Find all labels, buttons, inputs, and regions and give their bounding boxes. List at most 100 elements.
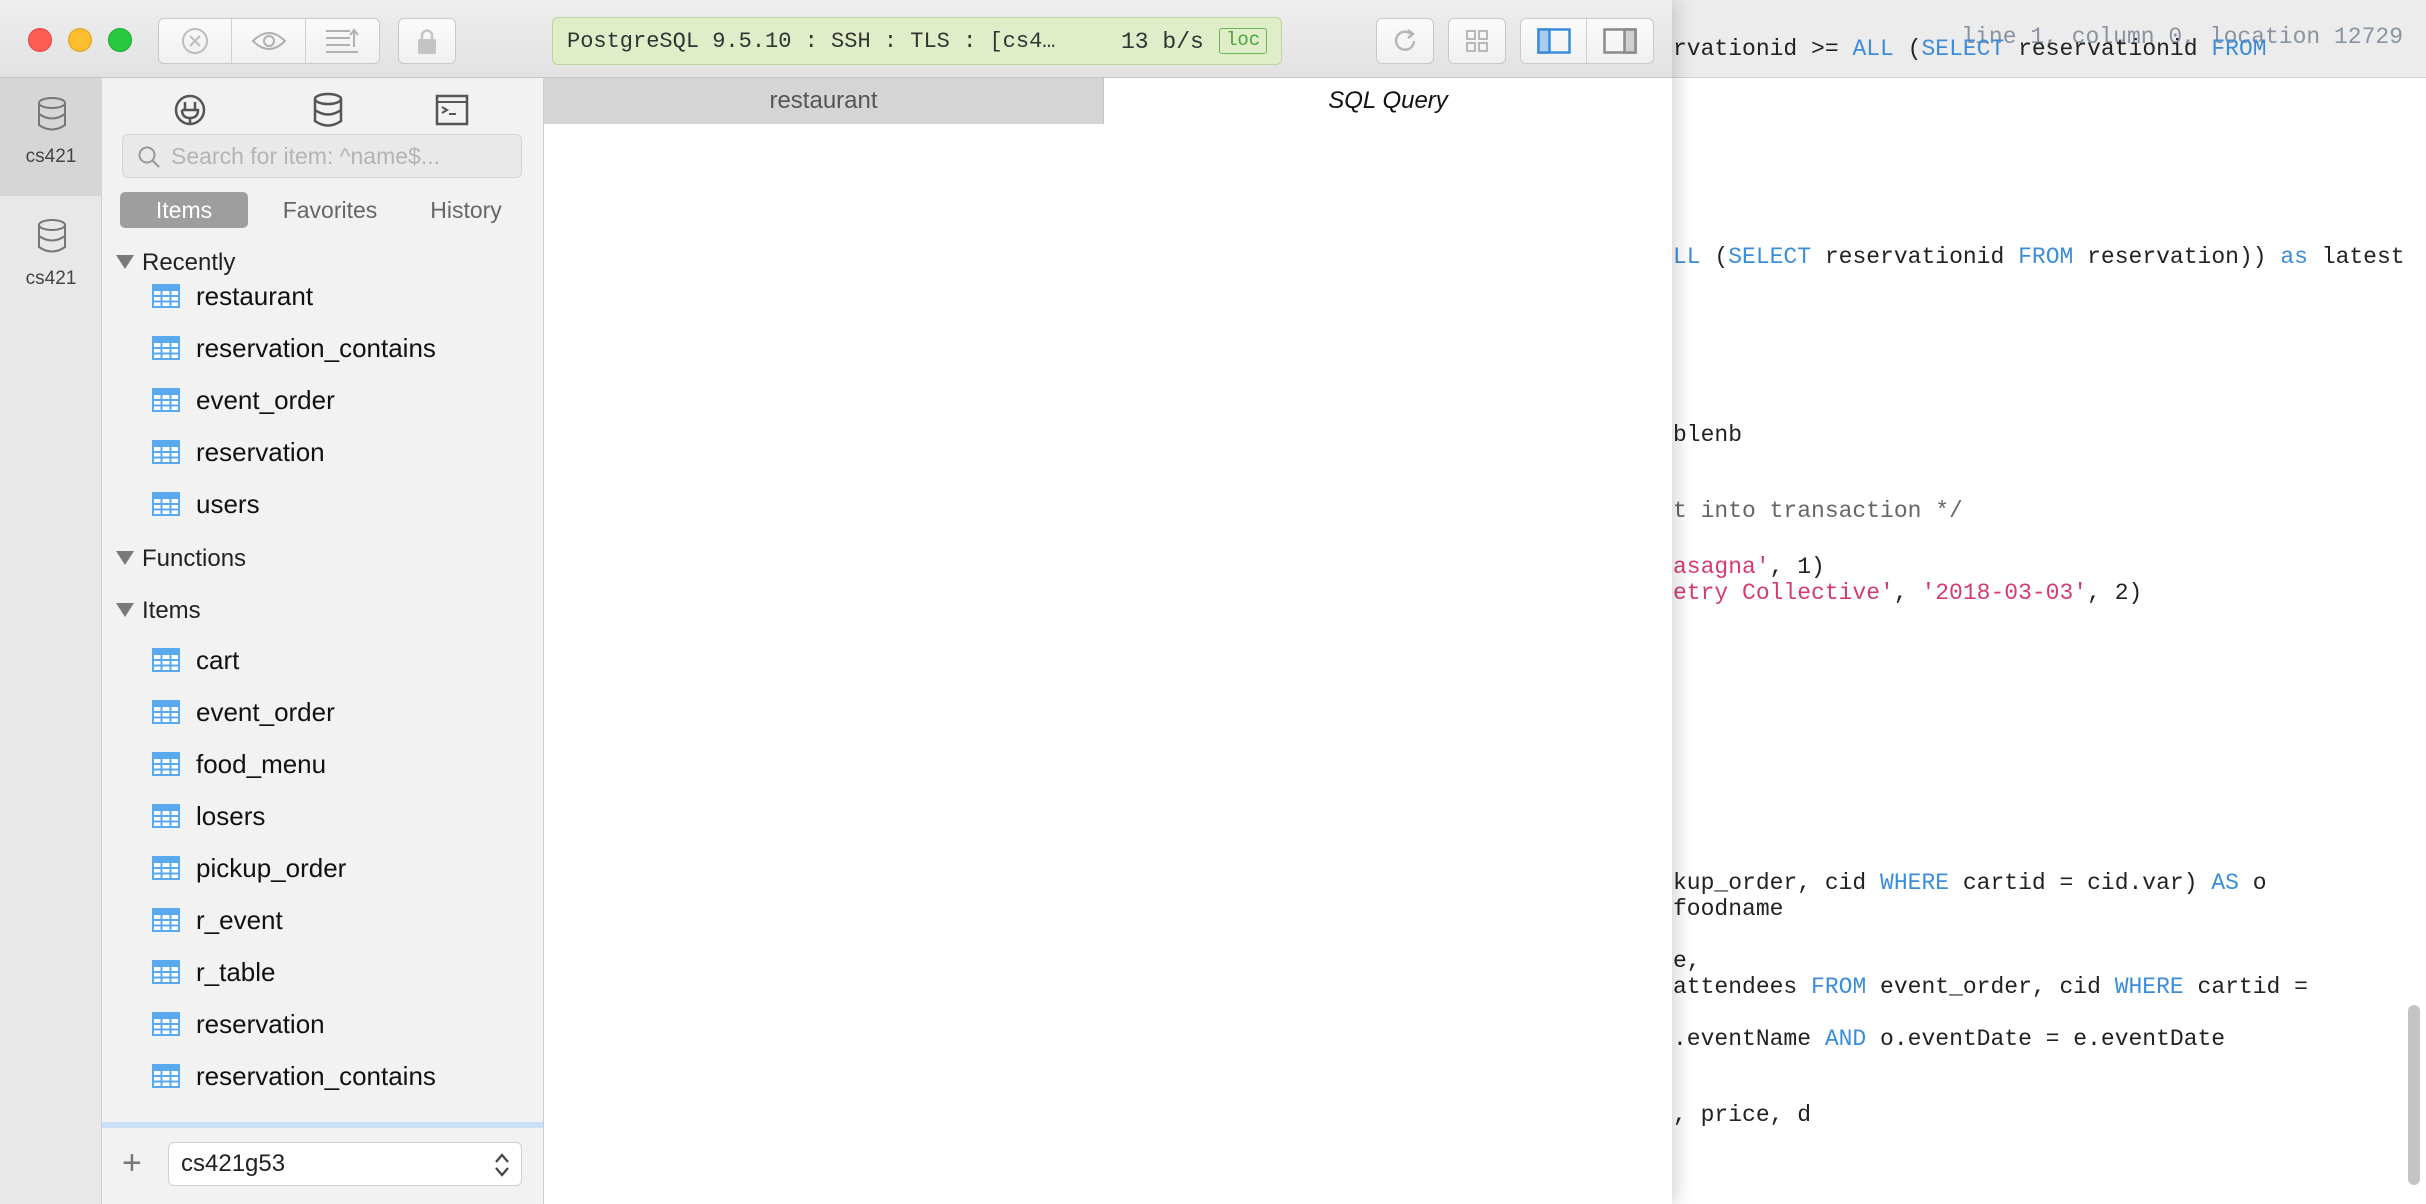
code-line: e, <box>1673 948 1701 974</box>
query-content-area[interactable] <box>544 124 1672 1204</box>
toggle-right-panel-button[interactable] <box>1587 19 1653 63</box>
tab-sql-query[interactable]: SQL Query <box>1104 78 1672 124</box>
group-header-recently[interactable]: Recently <box>116 246 235 280</box>
filter-tabs: Items Favorites History <box>120 192 530 228</box>
toggle-left-panel-button[interactable] <box>1521 19 1587 63</box>
search-box <box>122 134 522 178</box>
plug-icon[interactable] <box>170 90 210 130</box>
code-token: , price, d <box>1673 1102 1812 1128</box>
code-token: WHERE <box>1880 870 1950 896</box>
code-token: reservationid <box>2004 36 2212 62</box>
connection-rail: cs421 cs421 <box>0 78 102 1204</box>
database-select[interactable]: cs421g53 <box>168 1142 522 1186</box>
tree-item[interactable]: losers <box>152 796 265 836</box>
window-titlebar: PostgreSQL 9.5.10 : SSH : TLS : [cs4… 13… <box>0 0 1672 78</box>
lock-button[interactable] <box>398 18 456 64</box>
tree-item[interactable]: event_order <box>152 380 335 420</box>
lock-icon <box>418 29 436 54</box>
content-tabbar: restaurant SQL Query <box>544 78 1672 124</box>
tree-item[interactable]: reservation_contains <box>152 328 436 368</box>
reload-button[interactable] <box>1376 18 1434 64</box>
code-token: , 2) <box>2087 580 2143 606</box>
search-icon <box>138 146 160 168</box>
connection-item[interactable]: cs421 <box>0 78 102 196</box>
add-item-button[interactable]: + <box>122 1146 142 1180</box>
editor-scrollbar-thumb[interactable] <box>2408 1005 2420 1185</box>
group-header-items[interactable]: Items <box>116 594 201 628</box>
tree-item[interactable]: food_menu <box>152 744 326 784</box>
code-token: latest <box>2307 244 2405 270</box>
sort-lines-icon <box>326 28 360 53</box>
filter-tab-items[interactable]: Items <box>120 192 248 228</box>
code-token: ( <box>1700 244 1729 270</box>
table-icon <box>152 908 180 932</box>
table-icon <box>152 1012 180 1036</box>
grid-view-button[interactable] <box>1448 18 1506 64</box>
code-token: AS <box>2211 870 2239 896</box>
tree-item[interactable]: event_order <box>152 692 335 732</box>
code-line: foodname <box>1673 896 1783 922</box>
code-token: .eventName <box>1673 1026 1825 1052</box>
code-line: rvationid >= ALL (SELECT reservationid F… <box>1673 36 2267 62</box>
toolbar-group-left <box>158 18 380 64</box>
code-token: SELECT <box>1728 244 1812 270</box>
code-token: etry Collective' <box>1673 580 1894 606</box>
app-window: PostgreSQL 9.5.10 : SSH : TLS : [cs4… 13… <box>0 0 1672 1204</box>
code-line: attendees FROM event_order, cid WHERE ca… <box>1673 974 2308 1000</box>
tree-item[interactable]: cart <box>152 640 239 680</box>
sidebar-footer: + cs421g53 <box>102 1128 543 1204</box>
code-token: reservation)) <box>2073 244 2281 270</box>
sort-button[interactable] <box>306 19 379 63</box>
tree-item[interactable]: reservation <box>152 1004 325 1044</box>
tab-restaurant[interactable]: restaurant <box>544 78 1104 124</box>
table-icon <box>152 1064 180 1088</box>
connection-status-bar[interactable]: PostgreSQL 9.5.10 : SSH : TLS : [cs4… 13… <box>552 17 1282 65</box>
database-icon <box>38 97 66 131</box>
table-icon <box>152 804 180 828</box>
cancel-query-button[interactable] <box>159 19 233 63</box>
tree-item[interactable]: r_table <box>152 952 276 992</box>
code-token: ALL <box>1852 36 1894 62</box>
tree-item[interactable]: pickup_order <box>152 848 346 888</box>
code-line: kup_order, cid WHERE cartid = cid.var) A… <box>1673 870 2267 896</box>
transfer-rate: 13 b/s <box>1121 29 1204 55</box>
preview-button[interactable] <box>232 19 306 63</box>
code-token: event_order, cid <box>1866 974 2115 1000</box>
code-token: ( <box>1893 36 1922 62</box>
group-header-functions[interactable]: Functions <box>116 542 246 576</box>
connection-label: cs421 <box>25 268 77 289</box>
tree-item[interactable]: reservation_contains <box>152 1056 436 1096</box>
database-icon[interactable] <box>308 90 348 130</box>
connection-item[interactable]: cs421 <box>0 200 102 318</box>
code-token: rvationid >= <box>1673 36 1853 62</box>
tree-item[interactable]: r_event <box>152 900 283 940</box>
code-token: AND <box>1824 1026 1867 1052</box>
grid-icon <box>1466 30 1488 52</box>
code-token: , 1) <box>1769 554 1825 580</box>
code-token: o <box>2238 870 2267 896</box>
search-input[interactable] <box>171 135 511 177</box>
disclosure-triangle-icon <box>116 550 134 565</box>
terminal-icon[interactable] <box>432 90 472 130</box>
code-token: FROM <box>2211 36 2267 62</box>
code-token: o.eventDate = e.eventDate <box>1866 1026 2226 1052</box>
code-token: attendees <box>1673 974 1812 1000</box>
tree-item[interactable]: users <box>152 484 260 524</box>
tree-item[interactable]: reservation <box>152 432 325 472</box>
sidebar: Items Favorites History Recently restaur… <box>102 78 544 1204</box>
sql-code-area[interactable]: rvationid >= ALL (SELECT reservationid F… <box>1661 36 2426 1204</box>
right-panel-icon <box>1603 28 1637 54</box>
window-close-button[interactable] <box>28 28 52 52</box>
window-maximize-button[interactable] <box>108 28 132 52</box>
stop-circle-icon <box>182 28 209 54</box>
filter-tab-favorites[interactable]: Favorites <box>266 192 394 228</box>
tree-item[interactable]: restaurant <box>152 276 313 316</box>
connection-text: PostgreSQL 9.5.10 : SSH : TLS : [cs4… <box>567 29 1056 54</box>
code-line: LL (SELECT reservationid FROM reservatio… <box>1673 244 2405 270</box>
window-minimize-button[interactable] <box>68 28 92 52</box>
code-token: kup_order, cid <box>1673 870 1881 896</box>
code-token: FROM <box>2018 244 2074 270</box>
code-token: as <box>2280 244 2308 270</box>
filter-tab-history[interactable]: History <box>402 192 530 228</box>
disclosure-triangle-icon <box>116 254 134 269</box>
